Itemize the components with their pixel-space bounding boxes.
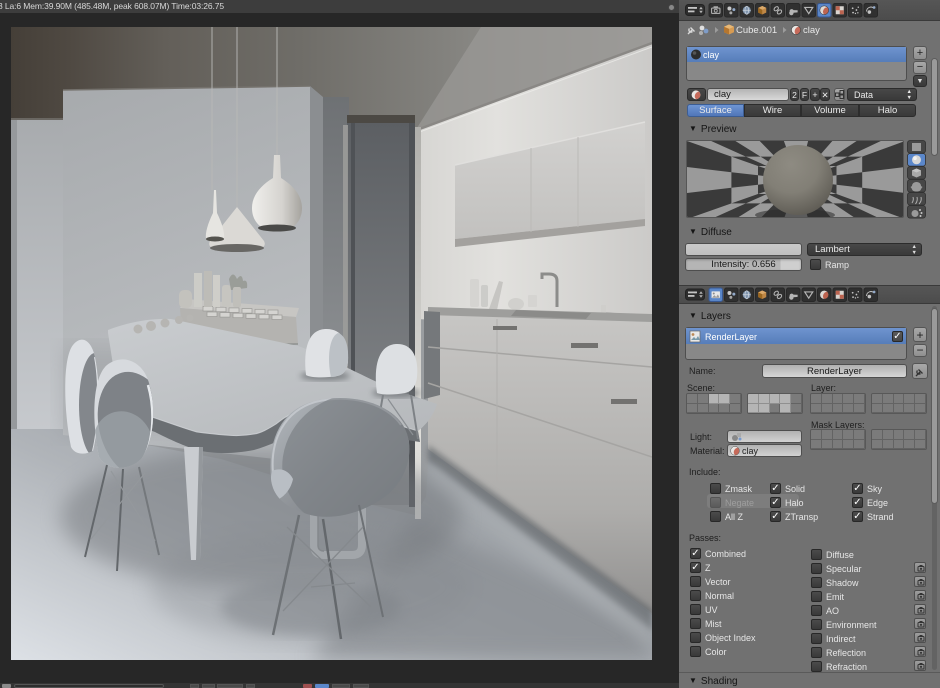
svg-text:clay: clay (803, 25, 820, 36)
svg-text:Cube.001: Cube.001 (736, 25, 777, 36)
